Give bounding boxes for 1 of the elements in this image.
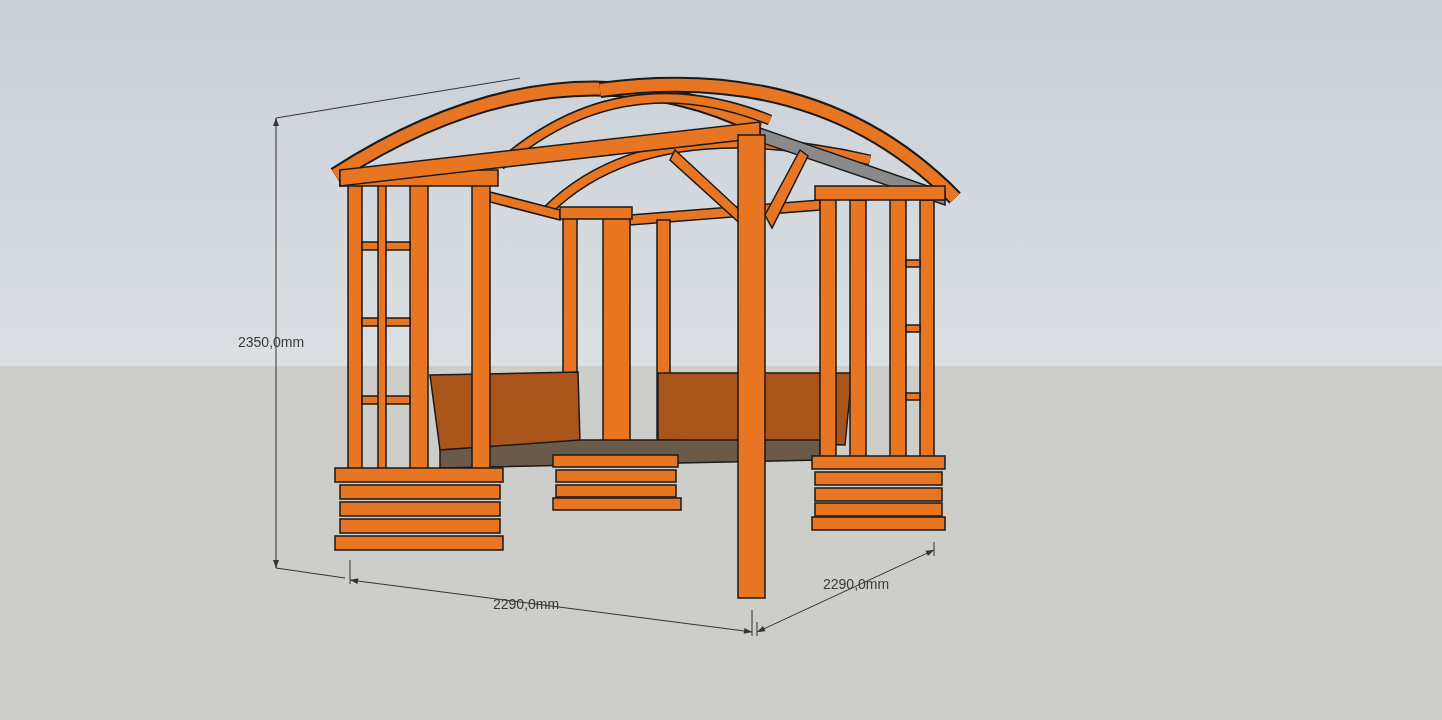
- dimension-label: 2350,0mm: [238, 335, 305, 349]
